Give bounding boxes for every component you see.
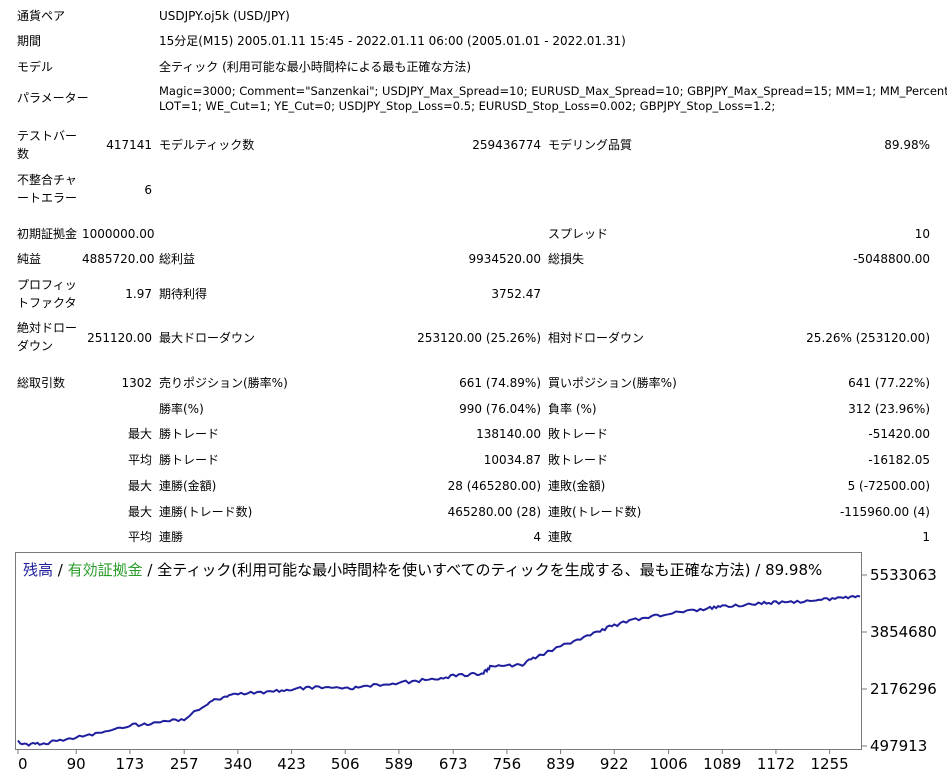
x-tick-label: 1255 — [811, 755, 849, 773]
y-tick-label: 497913 — [870, 737, 927, 755]
x-tick-label: 839 — [546, 755, 575, 773]
x-tick-label: 423 — [277, 755, 306, 773]
y-tick-label: 2176296 — [870, 680, 937, 698]
legend-equity: 有効証拠金 — [67, 561, 143, 579]
y-tick-label: 3854680 — [870, 623, 937, 641]
x-tick-label: 589 — [385, 755, 414, 773]
x-tick-label: 173 — [116, 755, 145, 773]
x-tick-label: 257 — [170, 755, 199, 773]
x-tick-label: 756 — [493, 755, 522, 773]
legend-separator: / — [53, 561, 68, 579]
chart-legend: 残高 / 有効証拠金 / 全ティック(利用可能な最小時間枠を使いすべてのティック… — [23, 561, 822, 579]
x-tick-label: 1006 — [649, 755, 687, 773]
x-tick-label: 90 — [67, 755, 86, 773]
legend-description: / 全ティック(利用可能な最小時間枠を使いすべてのティックを生成する、最も正確な… — [142, 561, 823, 579]
x-tick-label: 922 — [600, 755, 629, 773]
x-tick-label: 1172 — [757, 755, 795, 773]
x-tick-label: 340 — [224, 755, 253, 773]
x-tick-label: 506 — [331, 755, 360, 773]
balance-chart: 5533063 3854680 2176296 497913 0 90 173 257 340 4… — [17, 566, 937, 773]
legend-balance: 残高 — [23, 561, 54, 579]
y-tick-label: 5533063 — [870, 566, 937, 584]
x-tick-label: 0 — [18, 755, 28, 773]
x-tick-label: 673 — [439, 755, 468, 773]
series-line-balance — [17, 594, 861, 747]
x-tick-label: 1089 — [703, 755, 741, 773]
